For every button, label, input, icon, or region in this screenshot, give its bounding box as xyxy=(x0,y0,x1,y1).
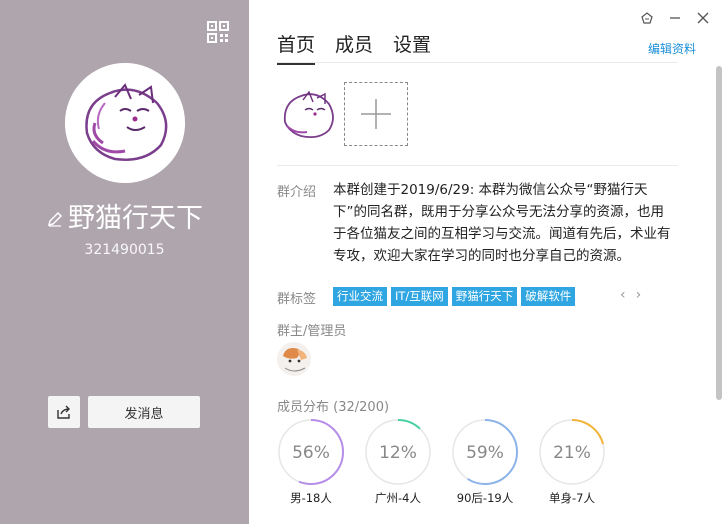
ring-chart: 56% xyxy=(278,419,344,485)
chevron-right-icon[interactable]: › xyxy=(636,287,642,303)
skin-icon[interactable] xyxy=(640,10,654,24)
ring-percent: 21% xyxy=(553,443,591,463)
distribution-title: 成员分布 xyxy=(277,400,330,415)
cat-admin-image xyxy=(277,342,311,376)
send-message-button[interactable]: 发消息 xyxy=(88,396,200,428)
tab-members[interactable]: 成员 xyxy=(335,30,373,65)
distribution-ring: 56% 男-18人 xyxy=(277,418,345,506)
group-name-row: 野猫行天下 xyxy=(0,196,249,235)
tag-pagination: ‹ › xyxy=(620,287,641,303)
minimize-icon[interactable] xyxy=(668,10,682,24)
group-avatar[interactable] xyxy=(65,63,185,183)
cat-avatar-image xyxy=(65,63,185,183)
tag-item[interactable]: 行业交流 xyxy=(333,287,387,306)
share-button[interactable] xyxy=(48,396,80,428)
ring-caption: 90后-19人 xyxy=(456,491,514,505)
chevron-left-icon[interactable]: ‹ xyxy=(620,287,626,303)
ring-chart: 12% xyxy=(365,419,431,485)
tag-item[interactable]: IT/互联网 xyxy=(391,287,448,306)
ring-caption: 男-18人 xyxy=(290,491,332,505)
ring-chart: 59% xyxy=(452,419,518,485)
share-icon xyxy=(57,405,70,419)
close-icon[interactable] xyxy=(696,10,710,24)
tag-list: 行业交流 IT/互联网 野猫行天下 破解软件 xyxy=(333,287,576,306)
group-name: 野猫行天下 xyxy=(68,203,203,234)
tab-bar: 首页 成员 设置 xyxy=(277,30,431,65)
admins-label: 群主/管理员 xyxy=(277,324,347,339)
tab-home[interactable]: 首页 xyxy=(277,30,316,65)
distribution-ring: 59% 90后-19人 xyxy=(451,418,519,506)
plus-icon xyxy=(361,99,391,129)
group-profile-panel: 野猫行天下 321490015 发消息 xyxy=(0,0,249,524)
ring-percent: 12% xyxy=(379,443,417,463)
tab-settings[interactable]: 设置 xyxy=(393,30,431,65)
distribution-ring: 21% 单身-7人 xyxy=(538,418,606,506)
group-photo-thumbnail[interactable] xyxy=(277,82,341,146)
window-controls xyxy=(640,10,710,24)
section-divider xyxy=(277,165,678,166)
tag-item[interactable]: 破解软件 xyxy=(521,287,576,306)
intro-label: 群介绍 xyxy=(277,185,317,200)
ring-caption: 单身-7人 xyxy=(549,491,595,505)
tab-divider xyxy=(277,62,678,63)
cat-photo-image xyxy=(277,82,341,146)
distribution-ring: 12% 广州-4人 xyxy=(364,418,432,506)
scrollbar[interactable] xyxy=(716,66,722,400)
group-number: 321490015 xyxy=(84,242,165,258)
group-detail-panel: 首页 成员 设置 编辑资料 群介绍 本群创建于2019/6/29: 本群为微信公… xyxy=(249,0,724,524)
admin-avatar[interactable] xyxy=(277,342,311,376)
intro-text: 本群创建于2019/6/29: 本群为微信公众号“野猫行天下”的同名群，既用于分… xyxy=(333,182,671,264)
tag-item[interactable]: 野猫行天下 xyxy=(451,287,518,306)
qr-code-icon[interactable] xyxy=(207,21,229,43)
edit-icon[interactable] xyxy=(46,210,64,228)
add-photo-button[interactable] xyxy=(344,82,408,146)
distribution-label: 成员分布 (32/200) xyxy=(277,396,389,415)
tags-label: 群标签 xyxy=(277,292,317,307)
ring-caption: 广州-4人 xyxy=(375,491,421,505)
edit-profile-link[interactable]: 编辑资料 xyxy=(648,40,696,57)
member-count: (32/200) xyxy=(333,400,390,415)
distribution-rings: 56% 男-18人 12% 广州-4人 59% 90后-19人 21% 单身-7人 xyxy=(277,418,606,506)
ring-percent: 59% xyxy=(466,443,504,463)
ring-percent: 56% xyxy=(292,443,330,463)
ring-chart: 21% xyxy=(539,419,605,485)
